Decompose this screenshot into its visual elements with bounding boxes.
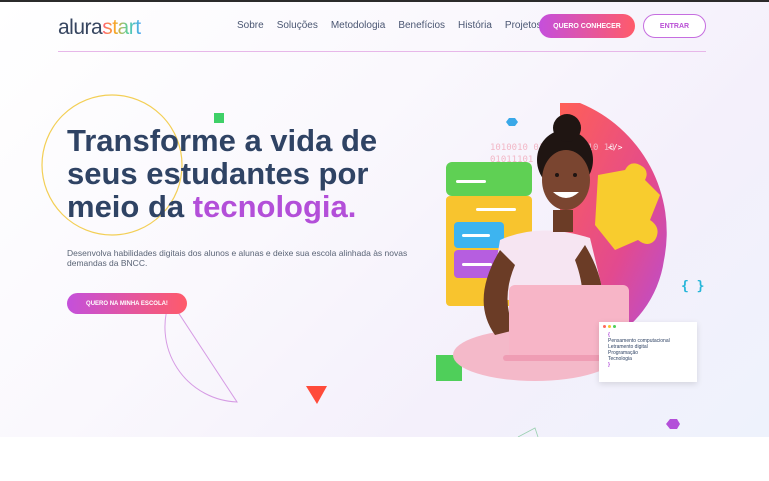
green-code-line xyxy=(456,180,486,183)
code-close-brace: } xyxy=(608,362,610,368)
yellow-code-line xyxy=(476,208,516,211)
student-neck xyxy=(553,210,573,232)
green-code-block xyxy=(446,162,532,196)
code-card: { Pensamento computacional Letramento di… xyxy=(599,322,697,382)
student-face xyxy=(542,150,590,210)
student-eye-right xyxy=(573,173,577,177)
dot-yellow-icon xyxy=(608,325,611,328)
window-dots xyxy=(603,325,616,328)
dot-red-icon xyxy=(603,325,606,328)
code-card-lines: { Pensamento computacional Letramento di… xyxy=(608,332,670,368)
student-eye-left xyxy=(555,173,559,177)
hero-section: alurastart Sobre Soluções Metodologia Be… xyxy=(0,0,769,437)
code-icon: </> xyxy=(608,143,623,152)
blue-code-line xyxy=(462,234,490,237)
student-hair-bun xyxy=(553,114,581,142)
purple-code-line xyxy=(462,263,492,266)
dot-green-icon xyxy=(613,325,616,328)
curly-braces-icon: { } xyxy=(681,279,705,294)
